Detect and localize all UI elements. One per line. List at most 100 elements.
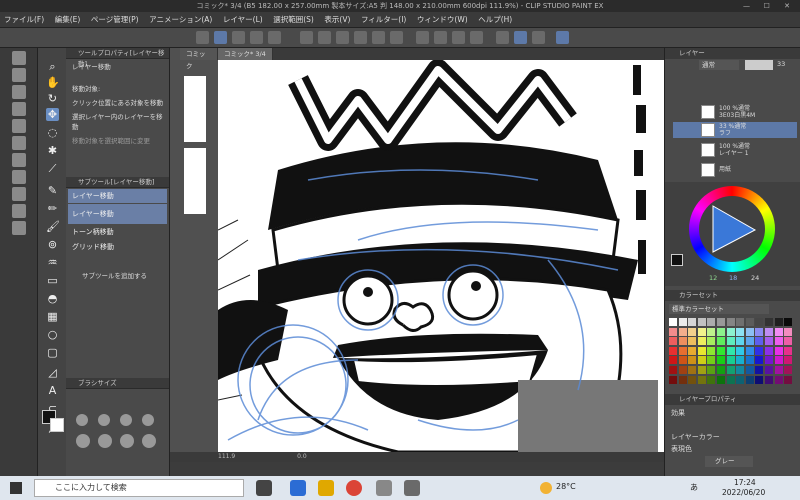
palette-swatch[interactable] (774, 337, 783, 346)
palette-swatch[interactable] (765, 318, 773, 326)
page-thumbnail[interactable] (184, 148, 206, 214)
palette-swatch[interactable] (774, 375, 783, 384)
grid-snap-icon[interactable] (532, 31, 545, 44)
palette-swatch[interactable] (697, 346, 706, 355)
palette-swatch[interactable] (774, 327, 783, 336)
wand-tool-icon[interactable]: ✱ (46, 144, 59, 157)
palette-swatch[interactable] (745, 337, 754, 346)
palette-swatch[interactable] (669, 346, 677, 355)
palette-swatch[interactable] (784, 318, 793, 326)
move-layer-tool-icon[interactable]: ✥ (46, 108, 59, 121)
palette-swatch[interactable] (726, 375, 735, 384)
clip-studio-icon[interactable] (376, 480, 392, 496)
blend-mode-select[interactable]: 通常 (699, 60, 739, 70)
brush-size-preset[interactable] (98, 434, 112, 448)
palette-swatch[interactable] (669, 327, 677, 336)
weather-icon[interactable] (540, 482, 552, 494)
delete-icon[interactable] (12, 102, 26, 116)
save-icon[interactable] (250, 31, 263, 44)
palette-swatch[interactable] (765, 356, 773, 365)
layer-row[interactable]: 100 %通常 3E03白黒4M (673, 104, 797, 120)
drawing-canvas[interactable] (218, 60, 664, 452)
opacity-value[interactable]: 33 (777, 60, 785, 68)
pen-icon[interactable] (214, 31, 227, 44)
palette-swatch[interactable] (688, 375, 697, 384)
palette-swatch[interactable] (784, 356, 793, 365)
clock-date[interactable]: 2022/06/20 (722, 488, 765, 497)
transform-icon[interactable] (390, 31, 403, 44)
brush-size-preset[interactable] (120, 414, 132, 426)
frame-icon[interactable] (12, 153, 26, 167)
palette-swatch[interactable] (745, 375, 754, 384)
sub-tool-tone-move[interactable]: トーン柄移動 (68, 225, 167, 239)
rotation-value[interactable]: 0.0 (297, 453, 307, 460)
palette-swatch[interactable] (765, 346, 773, 355)
palette-swatch[interactable] (726, 337, 735, 346)
palette-swatch[interactable] (717, 318, 725, 326)
zoom-value[interactable]: 111.9 (218, 453, 235, 460)
eraser-tool-icon[interactable]: ▭ (46, 274, 59, 287)
color-palette[interactable] (669, 318, 797, 398)
palette-swatch[interactable] (678, 337, 687, 346)
palette-swatch[interactable] (755, 366, 764, 374)
blend-tool-icon[interactable]: ♒ (46, 256, 59, 269)
invert-icon[interactable] (452, 31, 465, 44)
redo-icon[interactable] (318, 31, 331, 44)
palette-swatch[interactable] (784, 346, 793, 355)
palette-swatch[interactable] (726, 318, 735, 326)
option-change-target[interactable]: 移動対象を選択範囲に変更 (66, 133, 169, 147)
menu-filter[interactable]: フィルター(I) (357, 12, 410, 28)
ruler-tool-icon[interactable]: ◿ (46, 366, 59, 379)
zoom-tool-icon[interactable]: ⌕ (46, 60, 59, 73)
page-thumbnail[interactable] (184, 76, 206, 142)
clock-time[interactable]: 17:24 (734, 478, 756, 487)
palette-swatch[interactable] (736, 375, 745, 384)
palette-swatch[interactable] (697, 318, 706, 326)
palette-swatch[interactable] (707, 375, 716, 384)
opacity-slider[interactable] (745, 60, 773, 70)
rotate-tool-icon[interactable]: ↻ (46, 92, 59, 105)
palette-swatch[interactable] (745, 346, 754, 355)
palette-swatch[interactable] (784, 375, 793, 384)
palette-swatch[interactable] (765, 366, 773, 374)
palette-swatch[interactable] (774, 318, 783, 326)
palette-swatch[interactable] (736, 327, 745, 336)
gradient-tool-icon[interactable]: ▦ (46, 310, 59, 323)
palette-swatch[interactable] (784, 327, 793, 336)
palette-swatch[interactable] (736, 346, 745, 355)
palette-swatch[interactable] (726, 356, 735, 365)
palette-swatch[interactable] (765, 375, 773, 384)
palette-swatch[interactable] (707, 318, 716, 326)
eyedropper-tool-icon[interactable]: ⟋ (46, 162, 59, 175)
palette-swatch[interactable] (688, 356, 697, 365)
palette-swatch[interactable] (707, 356, 716, 365)
palette-swatch[interactable] (774, 346, 783, 355)
crop-page-icon[interactable] (12, 187, 26, 201)
color-triangle[interactable] (707, 204, 757, 254)
palette-swatch[interactable] (678, 346, 687, 355)
palette-swatch[interactable] (784, 337, 793, 346)
palette-swatch[interactable] (688, 366, 697, 374)
brush-size-preset[interactable] (76, 434, 90, 448)
current-color-swatch[interactable] (671, 254, 683, 266)
open-icon[interactable] (232, 31, 245, 44)
close-button[interactable]: ✕ (778, 0, 796, 12)
fill-icon[interactable] (372, 31, 385, 44)
palette-swatch[interactable] (669, 318, 677, 326)
deselect-icon[interactable] (434, 31, 447, 44)
weather-temperature[interactable]: 28°C (556, 482, 576, 491)
palette-swatch[interactable] (707, 337, 716, 346)
select-all-icon[interactable] (416, 31, 429, 44)
palette-swatch[interactable] (688, 337, 697, 346)
palette-swatch[interactable] (745, 327, 754, 336)
brush-size-preset[interactable] (142, 434, 156, 448)
fill-tool-icon[interactable]: ◓ (46, 292, 59, 305)
expression-color-select[interactable]: グレー (705, 456, 753, 467)
menu-edit[interactable]: 編集(E) (51, 12, 85, 28)
palette-swatch[interactable] (717, 337, 725, 346)
palette-swatch[interactable] (717, 356, 725, 365)
page-icon[interactable] (12, 68, 26, 82)
menu-help[interactable]: ヘルプ(H) (474, 12, 516, 28)
panel-icon[interactable] (12, 170, 26, 184)
palette-swatch[interactable] (765, 327, 773, 336)
